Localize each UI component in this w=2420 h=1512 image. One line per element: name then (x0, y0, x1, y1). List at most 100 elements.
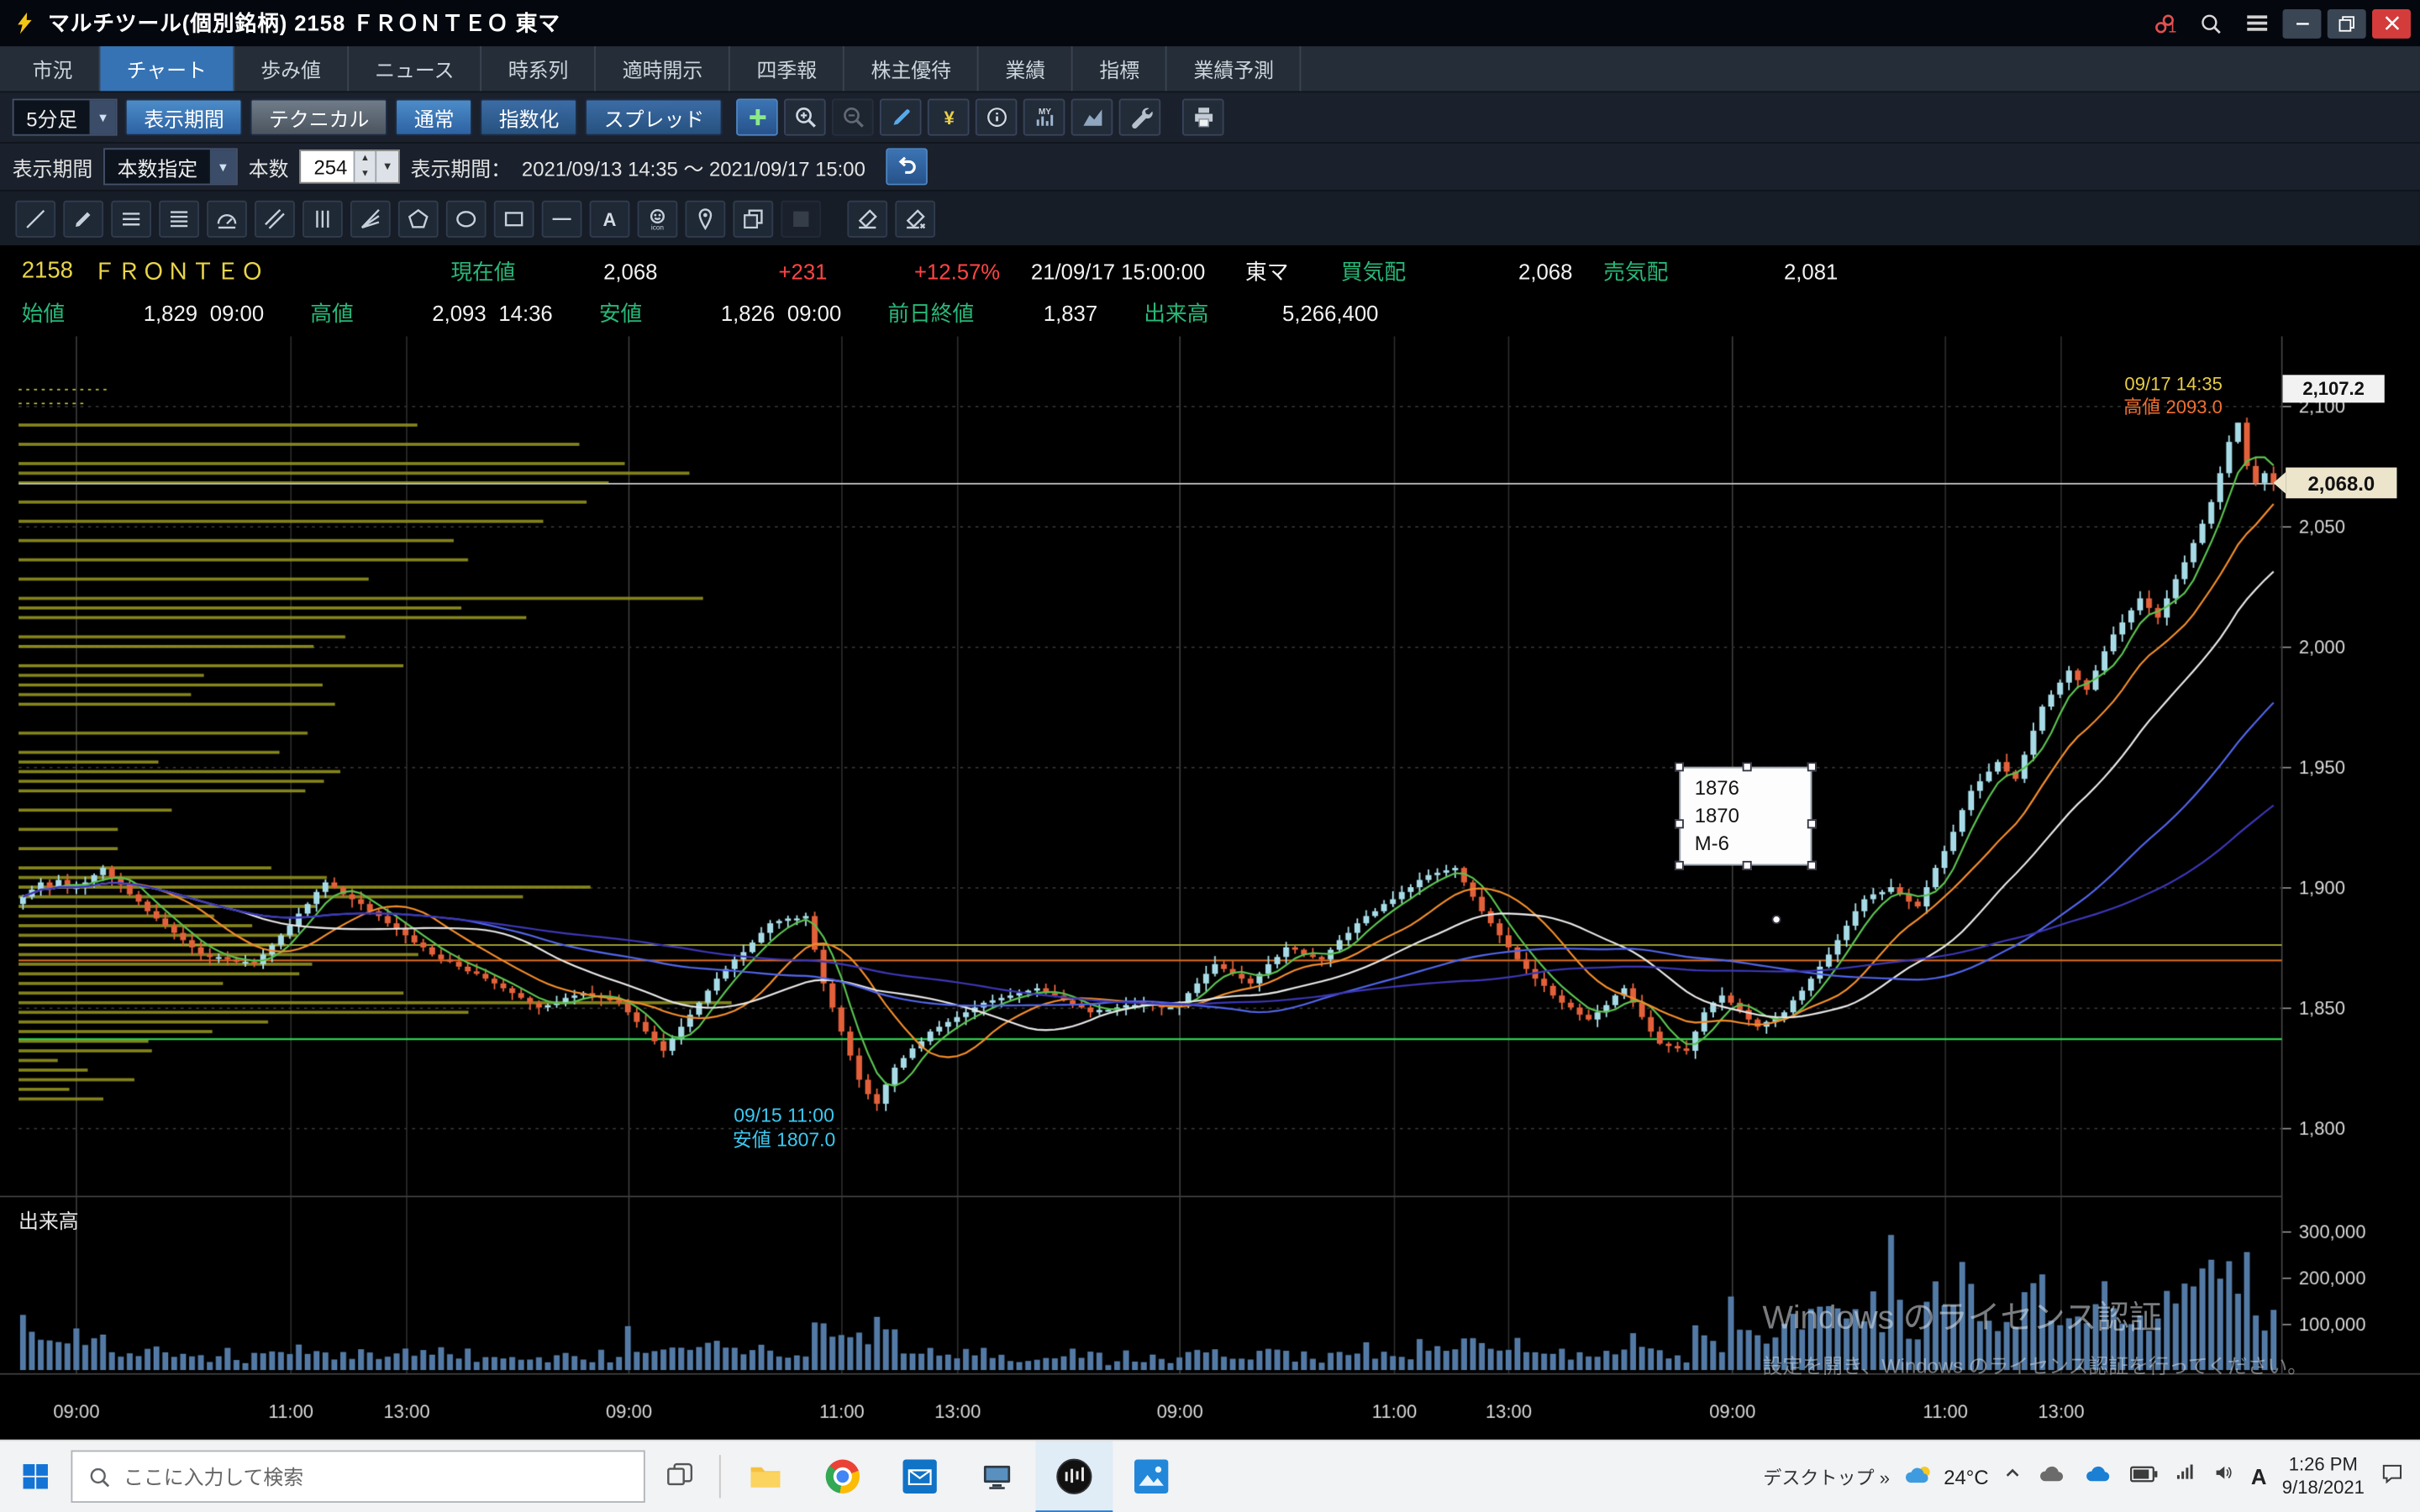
text-icon[interactable]: A (590, 200, 630, 237)
photos-app-icon[interactable] (1113, 1441, 1190, 1512)
low-marker-time: 09/15 11:00 (660, 1103, 908, 1127)
pin-icon[interactable] (686, 200, 726, 237)
parallel-channel-icon[interactable] (255, 200, 295, 237)
technical-button[interactable]: テクニカル (250, 99, 387, 136)
open-label: 始値 (22, 297, 65, 328)
annotation-handle[interactable] (1675, 819, 1684, 828)
tab-news[interactable]: ニュース (349, 46, 482, 91)
tab-market[interactable]: 市況 (6, 46, 100, 91)
count-up-icon[interactable]: ▲ (355, 151, 376, 166)
svg-text:icon: icon (651, 223, 665, 230)
count-mode-select[interactable]: 本数指定 ▼ (103, 148, 238, 185)
price-tag-top: 2,107.2 (2283, 375, 2385, 402)
search-icon[interactable] (2190, 8, 2232, 39)
trend-line-icon[interactable] (15, 200, 55, 237)
file-explorer-icon[interactable] (727, 1441, 804, 1512)
tab-indicators[interactable]: 指標 (1073, 46, 1167, 91)
task-view-button[interactable] (645, 1441, 713, 1512)
zoom-in-icon[interactable] (785, 99, 827, 136)
eraser-all-icon[interactable] (895, 200, 935, 237)
desktop-toggle[interactable]: デスクトップ » (1763, 1463, 1890, 1489)
taskbar-search[interactable] (71, 1451, 644, 1503)
tab-benefits[interactable]: 株主優待 (844, 46, 979, 91)
spread-mode-button[interactable]: スプレッド (586, 99, 723, 136)
trading-app-icon[interactable] (1035, 1441, 1113, 1512)
candlestick-chart[interactable] (0, 336, 2420, 1439)
tab-tick[interactable]: 歩み値 (234, 46, 349, 91)
menu-icon[interactable] (2236, 8, 2278, 39)
pentagon-icon[interactable] (398, 200, 439, 237)
eraser-icon[interactable] (847, 200, 887, 237)
indexed-mode-button[interactable]: 指数化 (481, 99, 578, 136)
close-button[interactable] (2372, 8, 2411, 38)
parallel-lines-icon[interactable] (111, 200, 151, 237)
select-box-icon[interactable] (781, 200, 821, 237)
count-dropdown-icon[interactable]: ▼ (375, 151, 398, 182)
bar-count-input[interactable]: 254 ▲▼ ▼ (299, 150, 399, 183)
remote-desktop-icon[interactable] (959, 1441, 1036, 1512)
annotation-tooltip[interactable]: 1876 1870 M-6 (1679, 767, 1812, 866)
annotation-anchor[interactable] (1772, 915, 1781, 924)
tab-shikiho[interactable]: 四季報 (730, 46, 844, 91)
annotation-handle[interactable] (1675, 861, 1684, 870)
tab-time-series[interactable]: 時系列 (482, 46, 597, 91)
taskbar-clock[interactable]: 1:26 PM 9/18/2021 (2282, 1453, 2365, 1499)
link-icon[interactable]: 1 (2144, 8, 2186, 39)
settings-wrench-icon[interactable] (1119, 99, 1161, 136)
icon-stamp-icon[interactable]: icon (638, 200, 678, 237)
mail-app-icon[interactable] (881, 1441, 959, 1512)
horizontal-line-icon[interactable] (542, 200, 582, 237)
tab-earnings[interactable]: 業績 (979, 46, 1073, 91)
annotation-handle[interactable] (1743, 861, 1752, 870)
annotation-handle[interactable] (1807, 762, 1817, 771)
tab-disclosure[interactable]: 適時開示 (596, 46, 730, 91)
fan-line-icon[interactable] (350, 200, 391, 237)
vertical-line-icon[interactable] (302, 200, 343, 237)
draw-pen-icon[interactable] (881, 99, 923, 136)
chart-style-icon[interactable] (1071, 99, 1113, 136)
action-center-icon[interactable] (2380, 1460, 2404, 1493)
tray-expand-chevron-icon[interactable] (2004, 1462, 2023, 1490)
annotation-handle[interactable] (1807, 819, 1817, 828)
minimize-button[interactable] (2283, 8, 2322, 38)
svg-text:MY: MY (1039, 108, 1051, 117)
tab-forecast[interactable]: 業績予測 (1167, 46, 1302, 91)
chrome-icon[interactable] (804, 1441, 881, 1512)
normal-mode-button[interactable]: 通常 (396, 99, 473, 136)
battery-icon[interactable] (2131, 1462, 2159, 1490)
info-icon[interactable] (976, 99, 1018, 136)
start-button[interactable] (0, 1441, 71, 1512)
gauge-icon[interactable] (207, 200, 247, 237)
search-input[interactable] (124, 1465, 629, 1488)
cloud-sync-icon[interactable] (2084, 1462, 2115, 1491)
tab-chart[interactable]: チャート (100, 46, 234, 91)
weather-widget[interactable]: 24°C (1905, 1461, 1988, 1492)
reset-period-button[interactable] (886, 148, 928, 185)
annotation-handle[interactable] (1675, 762, 1684, 771)
timeframe-select[interactable]: 5分足 ▼ (13, 99, 118, 136)
onedrive-icon[interactable] (2038, 1462, 2069, 1491)
gann-lines-icon[interactable] (159, 200, 199, 237)
zoom-out-icon[interactable] (833, 99, 875, 136)
high-price: 2,093 (354, 300, 487, 324)
drawing-toolbar: Aicon (0, 192, 2420, 247)
high-label: 高値 (310, 297, 353, 328)
copy-icon[interactable] (733, 200, 773, 237)
print-icon[interactable] (1183, 99, 1225, 136)
chart-area: 09/17 14:35 高値 2093.0 2,107.2 2,068.0 09… (0, 336, 2420, 1439)
my-chart-icon[interactable]: MY (1023, 99, 1065, 136)
network-icon[interactable] (2174, 1462, 2197, 1490)
volume-icon[interactable] (2212, 1462, 2236, 1490)
annotation-handle[interactable] (1743, 762, 1752, 771)
restore-button[interactable] (2328, 8, 2366, 38)
count-down-icon[interactable]: ▼ (355, 166, 376, 181)
add-indicator-icon[interactable] (737, 99, 779, 136)
display-period-button[interactable]: 表示期間 (125, 99, 243, 136)
free-draw-icon[interactable] (63, 200, 103, 237)
yen-scale-icon[interactable]: ¥ (928, 99, 970, 136)
rectangle-icon[interactable] (494, 200, 534, 237)
annotation-handle[interactable] (1807, 861, 1817, 870)
count-stepper[interactable]: ▲▼ (354, 151, 376, 182)
ime-indicator[interactable]: A (2251, 1464, 2267, 1488)
ellipse-icon[interactable] (446, 200, 487, 237)
